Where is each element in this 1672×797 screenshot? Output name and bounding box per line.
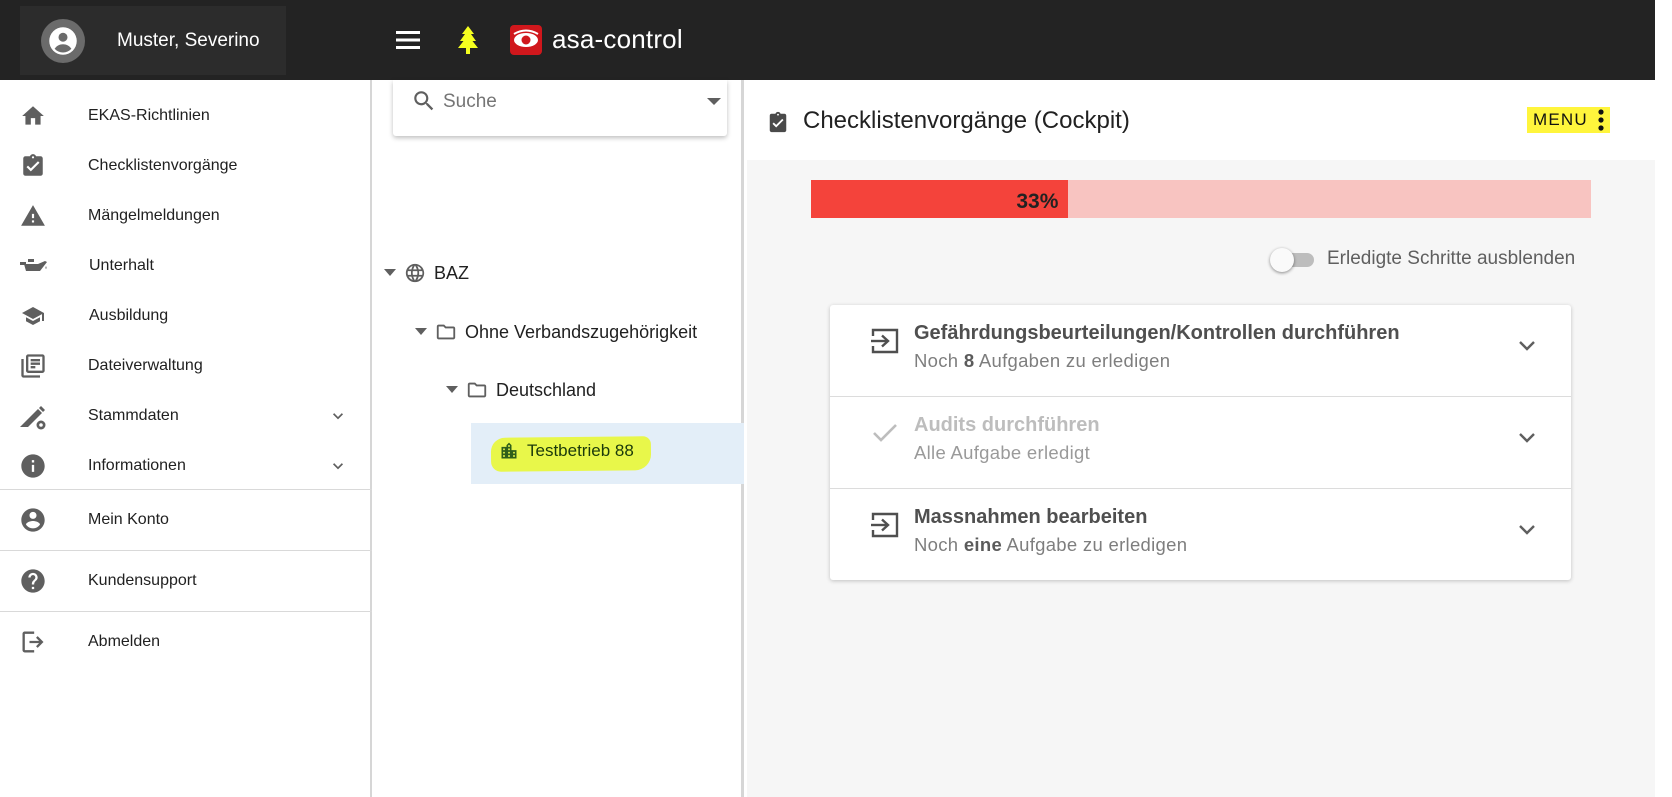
step-gefaehrdungsbeurteilungen[interactable]: Gefährdungsbeurteilungen/Kontrollen durc… <box>830 305 1571 397</box>
menu-button-label: MENU <box>1533 110 1588 129</box>
sidebar-item-unterhalt[interactable]: Unterhalt <box>0 241 372 291</box>
globe-icon <box>404 262 426 284</box>
sidebar-item-label: Dateiverwaltung <box>88 357 203 374</box>
user-name: Muster, Severino <box>117 29 260 51</box>
info-icon <box>18 451 48 481</box>
tree-icon[interactable] <box>455 25 481 55</box>
help-icon <box>18 566 48 596</box>
sidebar-item-label: Informationen <box>88 457 186 474</box>
step-subtitle: Noch eine Aufgabe zu erledigen <box>914 534 1188 555</box>
folder-icon <box>435 321 457 343</box>
tree-node-ohne-verbandszugehoerigkeit[interactable]: Ohne Verbandszugehörigkeit <box>415 317 697 347</box>
sidebar-item-label: EKAS-Richtlinien <box>88 107 210 124</box>
caret-down-icon[interactable] <box>446 386 458 394</box>
chevron-down-icon[interactable] <box>1518 339 1536 353</box>
sidebar-item-informationen[interactable]: Informationen <box>0 441 372 491</box>
account-circle-icon <box>41 18 85 63</box>
login-arrow-icon <box>870 327 900 355</box>
sidebar-item-abmelden[interactable]: Abmelden <box>0 617 372 667</box>
window-scroll-gutter <box>1655 0 1672 797</box>
hide-completed-toggle[interactable] <box>1270 246 1318 272</box>
dropdown-arrow-icon[interactable] <box>707 96 721 106</box>
progress-bar: 33% <box>811 180 1591 218</box>
clipboard-check-icon <box>18 151 48 181</box>
progress-label: 33% <box>1016 190 1059 213</box>
app-name: asa-control <box>552 24 683 54</box>
tree-node-label: Deutschland <box>496 379 597 400</box>
home-icon <box>18 101 48 131</box>
caret-down-icon[interactable] <box>384 269 396 277</box>
more-vert-icon <box>1598 109 1604 131</box>
sidebar-item-stammdaten[interactable]: Stammdaten <box>0 391 372 441</box>
chevron-down-icon[interactable] <box>1518 431 1536 445</box>
tree-panel: BAZ Ohne Verbandszugehörigkeit Deutschla… <box>374 80 744 797</box>
tree-node-label: Testbetrieb 88 <box>527 441 634 460</box>
toggle-label: Erledigte Schritte ausblenden <box>1327 248 1576 269</box>
folder-icon <box>466 379 488 401</box>
login-arrow-icon <box>870 511 900 539</box>
logout-icon <box>18 627 48 657</box>
search-input[interactable] <box>443 88 663 116</box>
step-title: Gefährdungsbeurteilungen/Kontrollen durc… <box>914 322 1400 344</box>
library-books-icon <box>18 351 48 381</box>
sidebar-item-dateiverwaltung[interactable]: Dateiverwaltung <box>0 341 372 391</box>
graduation-cap-icon <box>18 301 48 331</box>
tree-node-deutschland[interactable]: Deutschland <box>446 375 596 405</box>
page-title: Checklistenvorgänge (Cockpit) <box>803 107 1130 134</box>
sidebar-item-label: Kundensupport <box>88 572 197 589</box>
step-audits[interactable]: Audits durchführen Alle Aufgabe erledigt <box>830 397 1571 489</box>
page-header: Checklistenvorgänge (Cockpit) MENU <box>747 80 1655 160</box>
user-chip[interactable]: Muster, Severino <box>20 6 286 75</box>
chevron-down-icon[interactable] <box>1518 523 1536 537</box>
caret-down-icon[interactable] <box>415 328 427 336</box>
sidebar-item-label: Stammdaten <box>88 407 179 424</box>
progress-fill: 33% <box>811 180 1069 218</box>
sidebar-item-maengelmeldungen[interactable]: Mängelmeldungen <box>0 191 372 241</box>
search-box <box>393 80 727 136</box>
sidebar-item-ausbildung[interactable]: Ausbildung <box>0 291 372 341</box>
sidebar-item-checklistenvorgaenge[interactable]: Checklistenvorgänge <box>0 141 372 191</box>
sidebar-item-ekas-richtlinien[interactable]: EKAS-Richtlinien <box>0 91 372 141</box>
search-icon <box>411 88 437 114</box>
tree-node-baz[interactable]: BAZ <box>384 258 469 288</box>
sidebar-item-label: Ausbildung <box>89 307 169 324</box>
sidebar: EKAS-Richtlinien Checklistenvorgänge Män… <box>0 80 372 797</box>
toggle-thumb <box>1270 248 1294 272</box>
step-subtitle: Alle Aufgabe erledigt <box>914 442 1091 463</box>
steps-card: Gefährdungsbeurteilungen/Kontrollen durc… <box>830 305 1571 580</box>
menu-icon[interactable] <box>394 27 422 53</box>
divider <box>0 489 372 490</box>
check-icon <box>870 419 900 447</box>
sidebar-item-label: Abmelden <box>88 633 161 650</box>
edit-settings-icon <box>18 401 48 431</box>
top-app-bar: Muster, Severino asa-control <box>0 0 1655 80</box>
sidebar-item-kundensupport[interactable]: Kundensupport <box>0 556 372 606</box>
sidebar-item-mein-konto[interactable]: Mein Konto <box>0 495 372 545</box>
clipboard-check-icon <box>767 109 789 135</box>
chevron-down-icon[interactable] <box>328 406 348 426</box>
step-title: Audits durchführen <box>914 414 1100 436</box>
sidebar-item-label: Mängelmeldungen <box>88 207 220 224</box>
step-subtitle: Noch 8 Aufgaben zu erledigen <box>914 350 1171 371</box>
divider <box>0 611 372 612</box>
asa-logo-icon <box>510 25 542 55</box>
menu-button[interactable]: MENU <box>1527 107 1610 133</box>
tree-node-testbetrieb-label-row[interactable]: Testbetrieb 88 <box>499 441 634 461</box>
main-content: Checklistenvorgänge (Cockpit) MENU 33% E… <box>747 80 1655 797</box>
oil-can-icon <box>18 251 48 281</box>
building-icon <box>499 441 519 461</box>
divider <box>0 550 372 551</box>
sidebar-item-label: Unterhalt <box>89 257 154 274</box>
tree-node-label: Ohne Verbandszugehörigkeit <box>465 321 698 342</box>
step-massnahmen[interactable]: Massnahmen bearbeiten Noch eine Aufgabe … <box>830 489 1571 581</box>
step-title: Massnahmen bearbeiten <box>914 506 1148 528</box>
tree-node-label: BAZ <box>434 262 470 283</box>
warning-icon <box>18 201 48 231</box>
chevron-down-icon[interactable] <box>328 456 348 476</box>
sidebar-item-label: Mein Konto <box>88 511 169 528</box>
sidebar-item-label: Checklistenvorgänge <box>88 157 238 174</box>
account-circle-icon <box>18 505 48 535</box>
